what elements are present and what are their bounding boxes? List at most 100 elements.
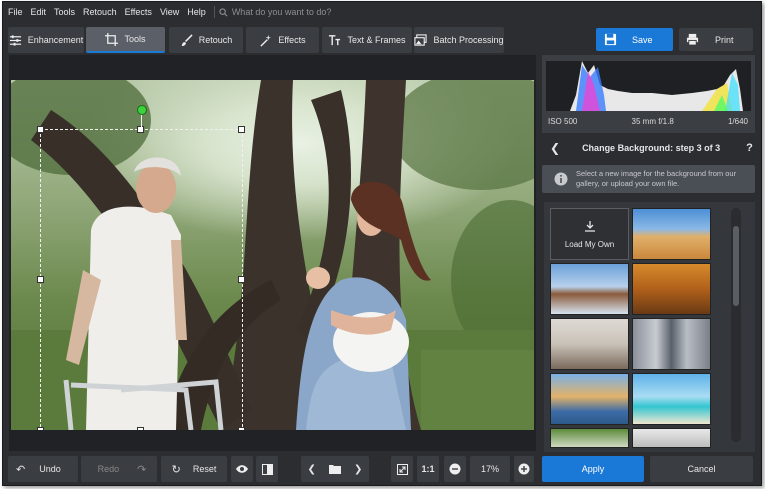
tab-label: Enhancement	[27, 35, 84, 45]
load-own-label: Load My Own	[564, 239, 615, 249]
menu-retouch[interactable]: Retouch	[79, 7, 121, 17]
exif-info: ISO 500 35 mm f/1.8 1/640	[548, 117, 748, 126]
print-button[interactable]: Print	[679, 28, 753, 51]
text-icon	[329, 34, 341, 45]
tab-tools[interactable]: Tools	[86, 27, 165, 53]
gallery-thumb-canal-town[interactable]	[550, 373, 629, 425]
next-image-icon[interactable]: ❯	[354, 464, 362, 475]
gallery-thumb-desert[interactable]	[632, 208, 711, 260]
magic-wand-icon	[260, 34, 272, 47]
tab-label: Batch Processing	[433, 35, 504, 45]
compare-icon	[261, 463, 273, 475]
minus-circle-icon	[449, 463, 461, 475]
redo-icon: ↷	[137, 463, 147, 476]
reset-label: Reset	[192, 464, 217, 474]
menu-divider	[213, 6, 215, 18]
help-icon[interactable]: ?	[746, 142, 753, 154]
resize-handle-se[interactable]	[238, 427, 245, 430]
redo-label: Redo	[97, 464, 120, 474]
background-gallery: Load My Own	[544, 202, 755, 452]
gallery-thumb-field[interactable]	[550, 428, 629, 448]
save-label: Save	[632, 34, 653, 45]
tab-label: Tools	[124, 34, 146, 44]
gallery-thumb-paper[interactable]	[632, 428, 711, 448]
tab-effects[interactable]: Effects	[246, 27, 319, 53]
image-navigator: ❮ ❯	[301, 456, 369, 482]
command-search[interactable]: What do you want to do?	[219, 7, 332, 17]
tab-retouch[interactable]: Retouch	[169, 27, 243, 53]
tab-label: Effects	[278, 35, 306, 45]
shutter-value: 1/640	[727, 117, 748, 126]
gallery-thumb-interior[interactable]	[550, 318, 629, 370]
undo-icon: ↶	[16, 463, 26, 476]
undo-label: Undo	[39, 464, 61, 474]
resize-handle-sw[interactable]	[37, 427, 44, 430]
load-own-button[interactable]: Load My Own	[550, 208, 629, 260]
step-title: Change Background: step 3 of 3	[582, 143, 721, 153]
info-icon	[554, 172, 568, 186]
info-box: Select a new image for the background fr…	[542, 165, 755, 193]
iso-value: ISO 500	[548, 117, 578, 126]
print-label: Print	[715, 34, 734, 45]
menu-file[interactable]: File	[3, 7, 27, 17]
rotate-handle[interactable]	[137, 105, 147, 115]
menu-effects[interactable]: Effects	[121, 7, 156, 17]
resize-handle-e[interactable]	[238, 276, 245, 283]
search-placeholder: What do you want to do?	[231, 7, 332, 17]
histogram-chart	[546, 61, 751, 111]
menu-help[interactable]: Help	[183, 7, 210, 17]
tab-label: Retouch	[198, 35, 233, 45]
plus-circle-icon	[518, 463, 530, 475]
images-icon	[414, 33, 428, 46]
printer-icon	[686, 33, 699, 46]
image-canvas[interactable]	[9, 55, 536, 451]
fit-screen-icon	[396, 463, 408, 475]
undo-button[interactable]: ↶ Undo	[8, 456, 78, 482]
tab-batch-processing[interactable]: Batch Processing	[414, 27, 504, 53]
step-header: ❮ Change Background: step 3 of 3 ?	[542, 137, 755, 159]
photo	[11, 80, 534, 430]
apply-button[interactable]: Apply	[542, 456, 644, 482]
prev-image-icon[interactable]: ❮	[308, 464, 316, 475]
menu-bar: File Edit Tools Retouch Effects View Hel…	[3, 2, 761, 22]
menu-tools[interactable]: Tools	[50, 7, 79, 17]
resize-handle-w[interactable]	[37, 276, 44, 283]
selection-frame[interactable]	[40, 129, 243, 430]
brush-icon	[181, 33, 193, 46]
save-button[interactable]: Save	[596, 28, 673, 51]
resize-handle-s[interactable]	[137, 427, 144, 430]
resize-handle-nw[interactable]	[37, 126, 44, 133]
tab-enhancement[interactable]: Enhancement	[8, 27, 84, 53]
tab-label: Text & Frames	[347, 35, 406, 45]
folder-icon[interactable]	[328, 464, 341, 474]
menu-edit[interactable]: Edit	[27, 7, 51, 17]
fit-to-screen-button[interactable]	[391, 456, 413, 482]
tab-text-frames[interactable]: Text & Frames	[322, 27, 412, 53]
resize-handle-ne[interactable]	[238, 126, 245, 133]
preview-button[interactable]	[231, 456, 253, 482]
gallery-thumb-winter-road[interactable]	[550, 263, 629, 315]
gallery-scroll-thumb[interactable]	[733, 226, 739, 306]
download-icon	[584, 220, 595, 232]
back-chevron-icon[interactable]: ❮	[550, 141, 560, 155]
histogram-panel: ISO 500 35 mm f/1.8 1/640	[542, 55, 755, 133]
compare-button[interactable]	[256, 456, 278, 482]
zoom-out-button[interactable]	[444, 456, 466, 482]
rotate-stem	[141, 113, 142, 127]
lens-value: 35 mm f/1.8	[631, 117, 674, 126]
zoom-level[interactable]: 17%	[470, 456, 510, 482]
app-window: File Edit Tools Retouch Effects View Hel…	[2, 1, 762, 486]
menu-view[interactable]: View	[156, 7, 183, 17]
gallery-thumb-beach[interactable]	[632, 373, 711, 425]
actual-size-button[interactable]: 1:1	[417, 456, 439, 482]
save-icon	[604, 33, 617, 46]
reset-icon: ↻	[171, 463, 181, 476]
resize-handle-n[interactable]	[137, 126, 144, 133]
cancel-button[interactable]: Cancel	[650, 456, 753, 482]
reset-button[interactable]: ↻ Reset	[161, 456, 227, 482]
gallery-scrollbar[interactable]	[731, 208, 741, 442]
gallery-thumb-city[interactable]	[632, 318, 711, 370]
redo-button[interactable]: Redo ↷	[81, 456, 157, 482]
gallery-thumb-autumn[interactable]	[632, 263, 711, 315]
zoom-in-button[interactable]	[514, 456, 534, 482]
